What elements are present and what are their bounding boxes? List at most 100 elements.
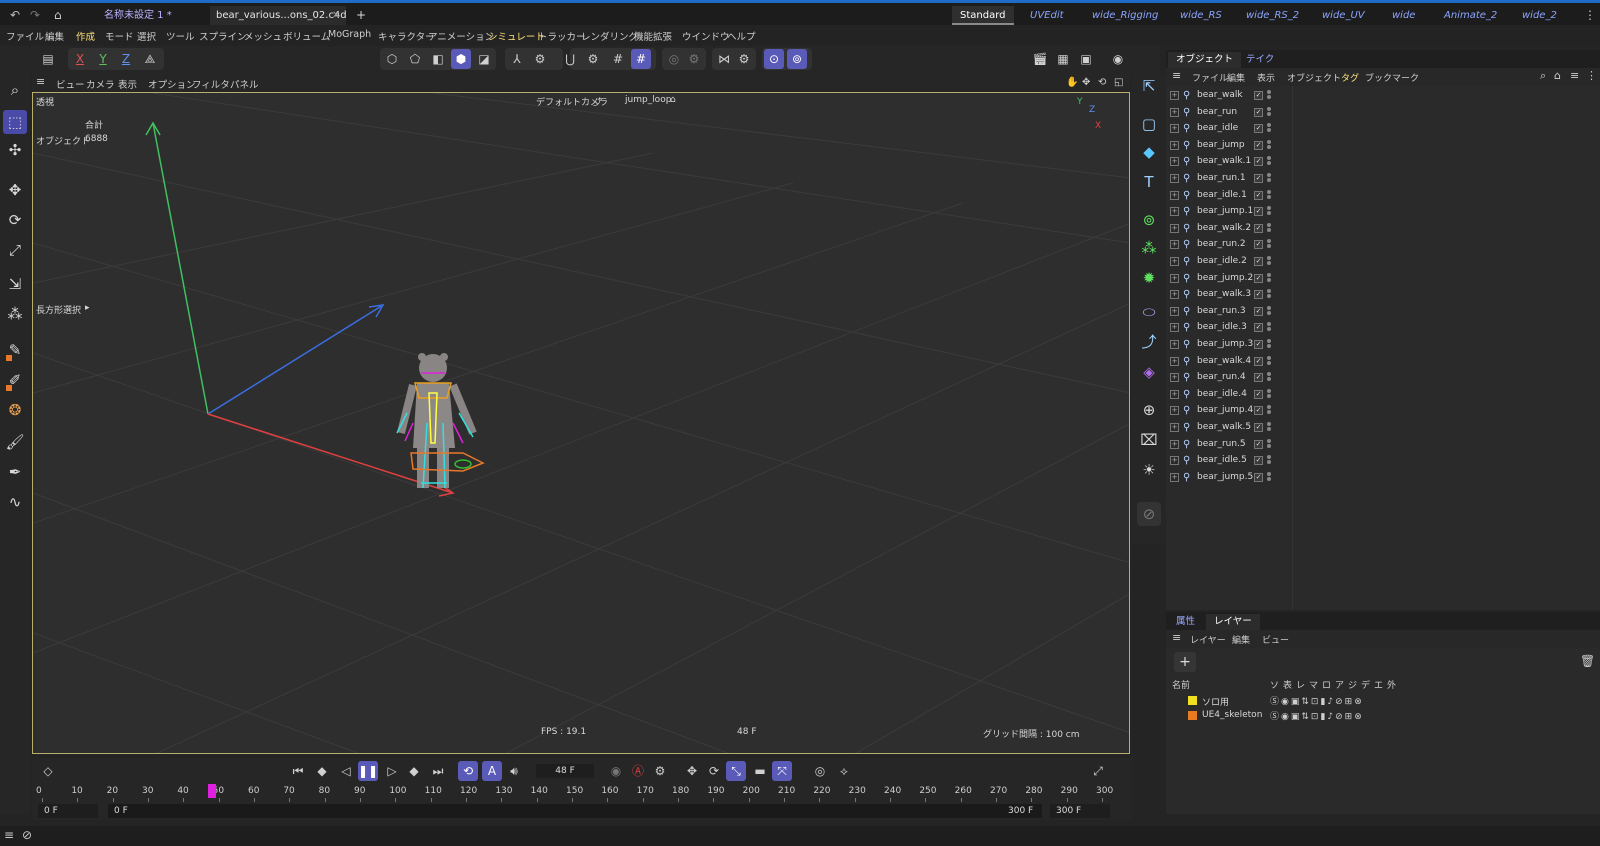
symmetry-settings-icon[interactable]: ⚙ <box>734 49 754 69</box>
enabled-check-icon[interactable]: ✓ <box>1254 340 1263 349</box>
enabled-check-icon[interactable]: ✓ <box>1254 472 1263 482</box>
tab-layers[interactable]: レイヤー <box>1206 614 1260 630</box>
paint-brush-icon[interactable]: 🖌︎ <box>3 430 27 454</box>
dynamic-placement-icon[interactable]: ⁂ <box>3 302 27 326</box>
om-search-icon[interactable]: ⌕ <box>1540 69 1546 83</box>
viewport-menu-options[interactable]: オプション <box>148 77 196 91</box>
scale-tool-icon[interactable]: ⤢ <box>3 238 27 262</box>
layer-color-swatch[interactable] <box>1188 696 1197 705</box>
expand-icon[interactable]: + <box>1170 373 1179 383</box>
object-row[interactable]: + ⚲ bear_walk.4 ✓ <box>1166 354 1600 370</box>
enabled-check-icon[interactable]: ✓ <box>1254 356 1263 366</box>
cloner-icon[interactable]: ⁂ <box>1137 236 1161 260</box>
viewport-filter-icon[interactable]: ⊚ <box>787 49 807 69</box>
om-filter-icon[interactable]: ≡ <box>1570 69 1579 82</box>
redo-icon[interactable]: ↷ <box>24 6 46 25</box>
more-icon[interactable]: ⋮ <box>1578 6 1600 25</box>
visibility-dots-icon[interactable] <box>1267 372 1271 384</box>
menu-character[interactable]: キャラクター <box>378 29 435 43</box>
effector-icon[interactable]: ✹ <box>1137 266 1161 290</box>
enabled-check-icon[interactable]: ✓ <box>1254 157 1263 167</box>
expand-icon[interactable]: + <box>1170 273 1179 283</box>
coordinate-system-icon[interactable]: ⟁ <box>140 49 160 69</box>
object-row[interactable]: + ⚲ bear_walk.3 ✓ <box>1166 287 1600 303</box>
symmetry-icon[interactable]: ⋈ <box>714 49 734 69</box>
layout-tab-wide-2[interactable]: wide_2 <box>1522 6 1557 25</box>
layout-tab-standard[interactable]: Standard <box>952 6 1014 25</box>
timeline-ruler[interactable]: 0 10 20 30 40 50 60 70 80 90 100 110 120 130 140 150 160… <box>32 784 1132 802</box>
viewport-hamburger-icon[interactable]: ≡ <box>36 75 45 88</box>
render-view-icon[interactable]: ▦ <box>1053 49 1073 69</box>
spline-object-icon[interactable]: ▢ <box>1137 112 1161 136</box>
menu-volume[interactable]: ボリューム <box>283 29 330 43</box>
select-tool-icon[interactable]: ⬚ <box>3 110 27 134</box>
layer-menu-layer[interactable]: レイヤー <box>1190 633 1226 646</box>
visibility-dots-icon[interactable] <box>1267 156 1271 168</box>
menu-animation[interactable]: アニメーション <box>428 29 494 43</box>
snap-settings-icon[interactable]: ⚙ <box>583 49 603 69</box>
close-tab-icon[interactable]: ✕ <box>326 6 346 25</box>
playback-rate-icon[interactable]: A <box>482 761 502 781</box>
om-menu-view[interactable]: 表示 <box>1257 71 1275 84</box>
enabled-check-icon[interactable]: ✓ <box>1254 124 1263 134</box>
deformer-icon[interactable]: ⬭ <box>1137 300 1161 324</box>
snap-magnet-icon[interactable]: ⋃ <box>560 49 580 69</box>
expand-icon[interactable]: + <box>1170 323 1179 333</box>
record-settings-icon[interactable]: ⚙ <box>684 49 704 69</box>
expand-icon[interactable]: + <box>1170 124 1179 134</box>
viewport-dolly-icon[interactable]: ✥ <box>1082 77 1090 88</box>
visibility-dots-icon[interactable] <box>1267 339 1271 351</box>
expand-icon[interactable]: + <box>1170 257 1179 266</box>
visibility-dots-icon[interactable] <box>1267 305 1271 318</box>
viewport-menu-filter[interactable]: フィルタ <box>192 77 230 91</box>
object-row[interactable]: + ⚲ bear_idle.5 ✓ <box>1166 453 1600 469</box>
enabled-check-icon[interactable]: ✓ <box>1254 323 1263 333</box>
environment-icon[interactable]: ⊕ <box>1137 398 1161 422</box>
axis-y-toggle[interactable]: Y <box>93 49 113 69</box>
delete-layer-icon[interactable]: 🗑︎ <box>1580 654 1595 668</box>
enabled-check-icon[interactable]: ✓ <box>1254 174 1263 183</box>
layout-tab-wide-rs-2[interactable]: wide_RS_2 <box>1246 6 1299 25</box>
sketch-pen-icon[interactable]: ✒ <box>3 460 27 484</box>
expand-icon[interactable]: + <box>1170 107 1179 117</box>
visibility-dots-icon[interactable] <box>1267 355 1271 368</box>
menu-render[interactable]: レンダリング <box>581 29 638 43</box>
redshift-icon[interactable]: ◉ <box>1108 49 1128 69</box>
expand-icon[interactable]: + <box>1170 423 1179 432</box>
object-row[interactable]: + ⚲ bear_jump.2 ✓ <box>1166 271 1600 287</box>
enabled-check-icon[interactable]: ✓ <box>1254 306 1263 316</box>
enabled-check-icon[interactable]: ✓ <box>1254 223 1263 233</box>
expand-icon[interactable]: + <box>1170 240 1179 250</box>
expand-icon[interactable]: + <box>1170 290 1179 300</box>
visibility-dots-icon[interactable] <box>1267 322 1271 334</box>
prev-key-icon[interactable]: ◆ <box>312 761 332 781</box>
visibility-dots-icon[interactable] <box>1267 422 1271 434</box>
doc-tab-untitled[interactable]: 名称未設定 1 * <box>98 6 178 25</box>
visibility-dots-icon[interactable] <box>1267 173 1271 185</box>
field-icon[interactable]: ⤴ <box>1137 330 1161 354</box>
edges-mode-icon[interactable]: ⬠ <box>405 49 425 69</box>
om-menu-object[interactable]: オブジェクト <box>1287 71 1341 84</box>
camera-link-icon[interactable]: ⤴ <box>593 95 602 108</box>
points-mode-icon[interactable]: ⬡ <box>382 49 402 69</box>
tab-attributes[interactable]: 属性 <box>1168 614 1203 630</box>
layout-tab-uvedit[interactable]: UVEdit <box>1030 6 1064 25</box>
viewport-solo-icon[interactable]: ⊙ <box>764 49 784 69</box>
viewport-maximize-icon[interactable]: ◱ <box>1114 77 1123 88</box>
camera-object-icon[interactable]: ⌧ <box>1137 428 1161 452</box>
layout-tab-animate-2[interactable]: Animate_2 <box>1444 6 1497 25</box>
range-end-outer-field[interactable]: 300 F <box>1050 804 1110 818</box>
visibility-dots-icon[interactable] <box>1267 123 1271 135</box>
light-object-icon[interactable]: ☀ <box>1137 458 1161 482</box>
object-row[interactable]: + ⚲ bear_idle.1 ✓ <box>1166 188 1600 204</box>
layer-row[interactable]: UE4_skeleton Ⓢ◉▣⇅⊡▮♪⊘⊞⊗ <box>1166 708 1600 723</box>
current-frame-field[interactable]: 48 F <box>536 764 594 778</box>
timeline-expand-icon[interactable]: ⤢ <box>1088 761 1108 781</box>
expand-icon[interactable]: + <box>1170 306 1179 316</box>
menu-edit[interactable]: 編集 <box>45 29 64 43</box>
polygons-mode-icon[interactable]: ◧ <box>428 49 448 69</box>
layout-tab-wide-uv[interactable]: wide_UV <box>1322 6 1365 25</box>
sculpt-brush-icon[interactable]: ❂ <box>3 398 27 422</box>
next-key-icon[interactable]: ◆ <box>404 761 424 781</box>
layout-tab-wide-rigging[interactable]: wide_Rigging <box>1092 6 1158 25</box>
